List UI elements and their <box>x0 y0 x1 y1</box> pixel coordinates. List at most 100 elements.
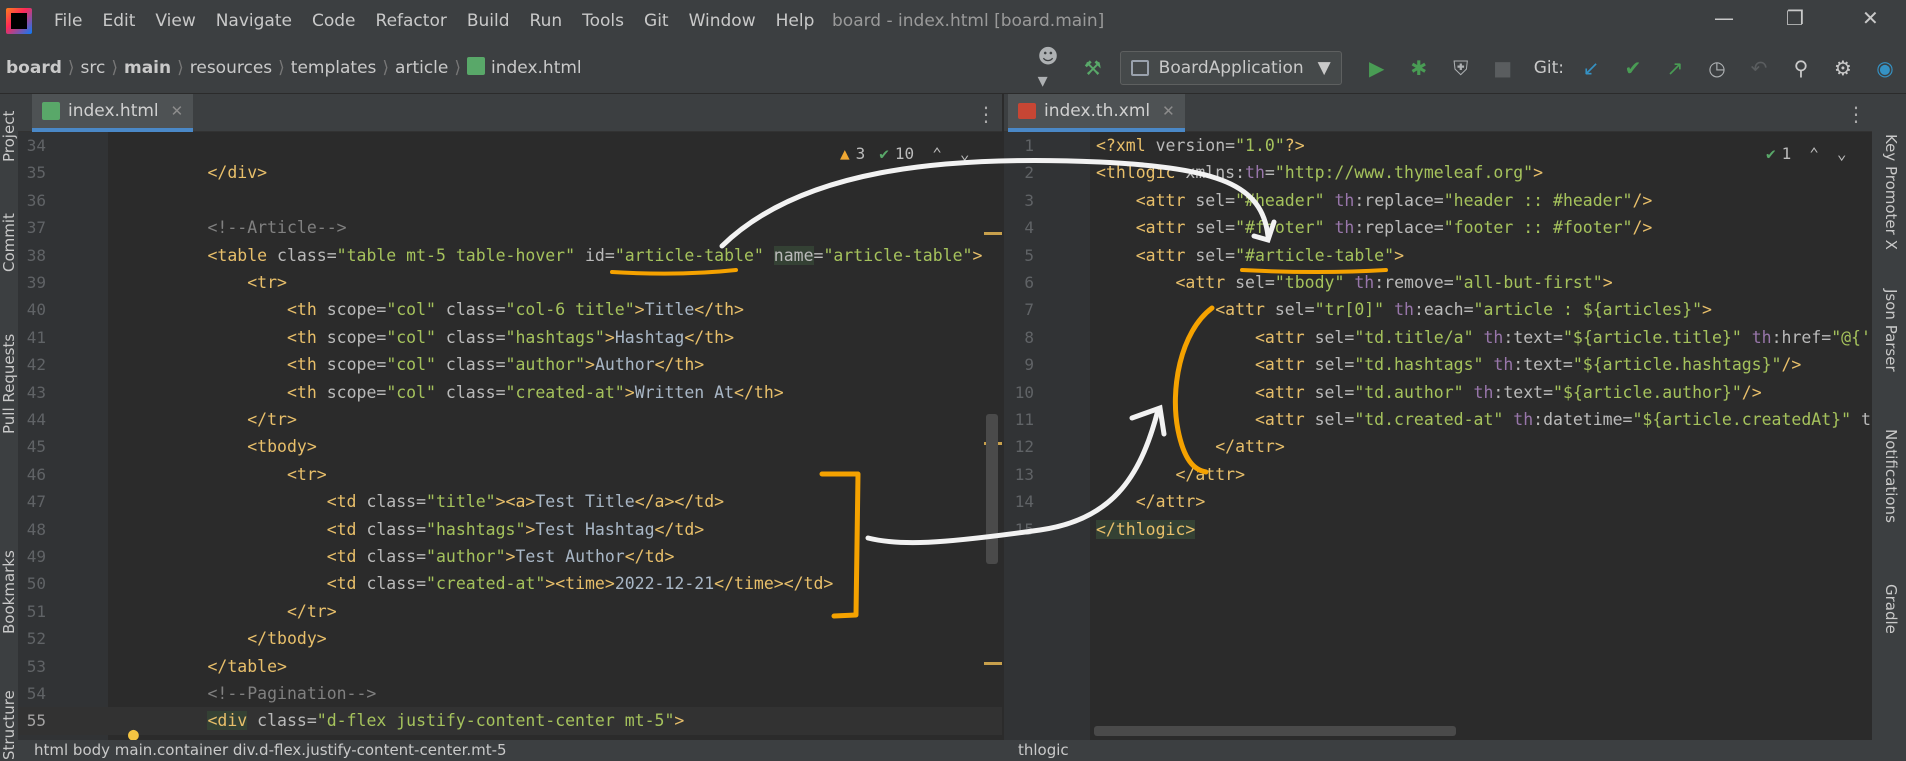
code-line[interactable]: 10 <attr sel="td.author" th:text="${arti… <box>1004 379 1872 406</box>
run-with-coverage-icon[interactable]: ⛨ <box>1448 55 1474 81</box>
code-line[interactable]: 37 <!--Article--> <box>18 214 1002 241</box>
menu-tools[interactable]: Tools <box>582 11 624 31</box>
minimize-icon[interactable]: — <box>1714 6 1734 30</box>
breadcrumb-index-html[interactable]: index.html <box>461 57 588 78</box>
code-line[interactable]: 42 <th scope="col" class="author">Author… <box>18 351 1002 378</box>
close-tab-icon[interactable]: ✕ <box>1162 102 1175 120</box>
close-tab-icon[interactable]: ✕ <box>171 102 184 120</box>
breadcrumb-src[interactable]: src <box>75 58 112 78</box>
jetbrains-plugin-icon[interactable]: ◉ <box>1872 55 1898 81</box>
tab-index-th-xml[interactable]: index.th.xml ✕ <box>1008 94 1185 132</box>
menu-run[interactable]: Run <box>530 11 563 31</box>
settings-gear-icon[interactable]: ⚙ <box>1830 55 1856 81</box>
menu-build[interactable]: Build <box>467 11 510 31</box>
horizontal-scrollbar[interactable] <box>1094 726 1456 736</box>
breadcrumb-resources[interactable]: resources <box>184 58 278 78</box>
code-line[interactable]: 11 <attr sel="td.created-at" th:datetime… <box>1004 406 1872 433</box>
chevron-up-icon[interactable]: ⌃ <box>1809 144 1819 163</box>
breadcrumb-main[interactable]: main <box>118 58 177 78</box>
code-line[interactable]: 44 </tr> <box>18 406 1002 433</box>
code-line[interactable]: 3 <attr sel="#header" th:replace="header… <box>1004 187 1872 214</box>
code-line[interactable]: 45 <tbody> <box>18 433 1002 460</box>
git-commit-icon[interactable]: ✔ <box>1620 55 1646 81</box>
code-line[interactable]: 7 <attr sel="tr[0]" th:each="article : $… <box>1004 296 1872 323</box>
tool-window-commit[interactable]: Commit <box>0 213 18 272</box>
close-window-icon[interactable]: ✕ <box>1862 6 1879 30</box>
build-hammer-icon[interactable]: ⚒ <box>1080 55 1106 81</box>
code-line[interactable]: 36 <box>18 187 1002 214</box>
tool-window-structure[interactable]: Structure <box>0 690 18 760</box>
tool-window-project[interactable]: Project <box>0 111 18 162</box>
user-account-icon[interactable]: ☻▾ <box>1038 44 1064 92</box>
code-line[interactable]: 41 <th scope="col" class="hashtags">Hash… <box>18 324 1002 351</box>
git-push-icon[interactable]: ↗ <box>1662 55 1688 81</box>
chevron-up-icon[interactable]: ⌃ <box>932 144 942 163</box>
tool-window-json-parser[interactable]: Json Parser <box>1882 289 1900 372</box>
more-options-icon[interactable]: ⋮ <box>1846 102 1866 126</box>
tool-window-gradle[interactable]: Gradle <box>1882 584 1900 634</box>
code-line[interactable]: 52 </tbody> <box>18 625 1002 652</box>
inspection-widget[interactable]: ✔ 1 ⌃ ⌄ <box>1766 144 1847 163</box>
menu-navigate[interactable]: Navigate <box>216 11 292 31</box>
git-rollback-icon[interactable]: ↶ <box>1746 55 1772 81</box>
run-icon[interactable]: ▶ <box>1364 55 1390 81</box>
menu-git[interactable]: Git <box>644 11 669 31</box>
run-configuration-select[interactable]: BoardApplication ▼ <box>1119 51 1342 85</box>
code-line[interactable]: 5 <attr sel="#article-table"> <box>1004 242 1872 269</box>
code-line[interactable]: 39 <tr> <box>18 269 1002 296</box>
inspection-widget[interactable]: ▲ 3 ✔ 10 ⌃ ⌄ <box>840 144 969 163</box>
menu-edit[interactable]: Edit <box>102 11 135 31</box>
breadcrumb-article[interactable]: article <box>389 58 454 78</box>
menu-refactor[interactable]: Refactor <box>376 11 447 31</box>
menu-window[interactable]: Window <box>689 11 756 31</box>
code-line[interactable]: 40 <th scope="col" class="col-6 title">T… <box>18 296 1002 323</box>
code-line[interactable]: 35 </div> <box>18 159 1002 186</box>
menu-help[interactable]: Help <box>776 11 815 31</box>
git-update-icon[interactable]: ↙ <box>1578 55 1604 81</box>
code-line[interactable]: 55 <div class="d-flex justify-content-ce… <box>18 707 1002 735</box>
git-history-icon[interactable]: ◷ <box>1704 55 1730 81</box>
code-line[interactable]: 48 <td class="hashtags">Test Hashtag</td… <box>18 516 1002 543</box>
code-line[interactable]: 15 </thlogic> <box>1004 516 1872 543</box>
code-line[interactable]: 49 <td class="author">Test Author</td> <box>18 543 1002 570</box>
tool-window-pull-requests[interactable]: Pull Requests <box>0 334 18 434</box>
code-line[interactable]: 54 <!--Pagination--> <box>18 680 1002 707</box>
vertical-scrollbar[interactable] <box>986 414 998 564</box>
right-editor-path[interactable]: thlogic <box>1018 741 1069 759</box>
tab-index-html[interactable]: index.html ✕ <box>32 94 194 132</box>
tool-window-key-promoter[interactable]: Key Promoter X <box>1882 134 1900 250</box>
debug-bug-icon[interactable]: ✱ <box>1406 55 1432 81</box>
code-line[interactable]: 38 <table class="table mt-5 table-hover"… <box>18 242 1002 269</box>
breadcrumb-templates[interactable]: templates <box>285 58 383 78</box>
code-line[interactable]: 8 <attr sel="td.title/a" th:text="${arti… <box>1004 324 1872 351</box>
chevron-down-icon[interactable]: ⌄ <box>960 144 970 163</box>
left-editor-path[interactable]: html body main.container div.d-flex.just… <box>34 741 507 759</box>
code-line[interactable]: 13 </attr> <box>1004 461 1872 488</box>
menu-code[interactable]: Code <box>312 11 356 31</box>
code-line[interactable]: 43 <th scope="col" class="created-at">Wr… <box>18 379 1002 406</box>
search-everywhere-icon[interactable]: ⚲ <box>1788 55 1814 81</box>
breadcrumb-board[interactable]: board <box>0 58 68 78</box>
code-line[interactable]: 50 <td class="created-at"><time>2022-12-… <box>18 570 1002 597</box>
menu-view[interactable]: View <box>155 11 195 31</box>
code-line[interactable]: 47 <td class="title"><a>Test Title</a></… <box>18 488 1002 515</box>
code-line[interactable]: 53 </table> <box>18 653 1002 680</box>
left-code-editor[interactable]: 34 35 </div> 36 37 <!--Article--> 38 <table … <box>18 132 1002 740</box>
code-line[interactable]: 46 <tr> <box>18 461 1002 488</box>
tool-window-bookmarks[interactable]: Bookmarks <box>0 550 18 634</box>
more-options-icon[interactable]: ⋮ <box>976 102 996 126</box>
code-line[interactable]: 4 <attr sel="#footer" th:replace="footer… <box>1004 214 1872 241</box>
right-code-editor[interactable]: 1 <?xml version="1.0"?> 2 <thlogic xmlns:th… <box>1004 132 1872 740</box>
menu-file[interactable]: File <box>54 11 82 31</box>
code-line[interactable]: 2 <thlogic xmlns:th="http://www.thymeleaf… <box>1004 159 1872 186</box>
code-line[interactable]: 51 </tr> <box>18 598 1002 625</box>
restore-icon[interactable]: ❐ <box>1786 6 1804 30</box>
stop-icon[interactable]: ■ <box>1490 55 1516 81</box>
code-line[interactable]: 1 <?xml version="1.0"?> <box>1004 132 1872 159</box>
lightbulb-icon[interactable]: ● <box>128 724 139 740</box>
code-line[interactable]: 12 </attr> <box>1004 433 1872 460</box>
code-line[interactable]: 14 </attr> <box>1004 488 1872 515</box>
chevron-down-icon[interactable]: ⌄ <box>1837 144 1847 163</box>
code-line[interactable]: 9 <attr sel="td.hashtags" th:text="${art… <box>1004 351 1872 378</box>
code-line[interactable]: 6 <attr sel="tbody" th:remove="all-but-f… <box>1004 269 1872 296</box>
